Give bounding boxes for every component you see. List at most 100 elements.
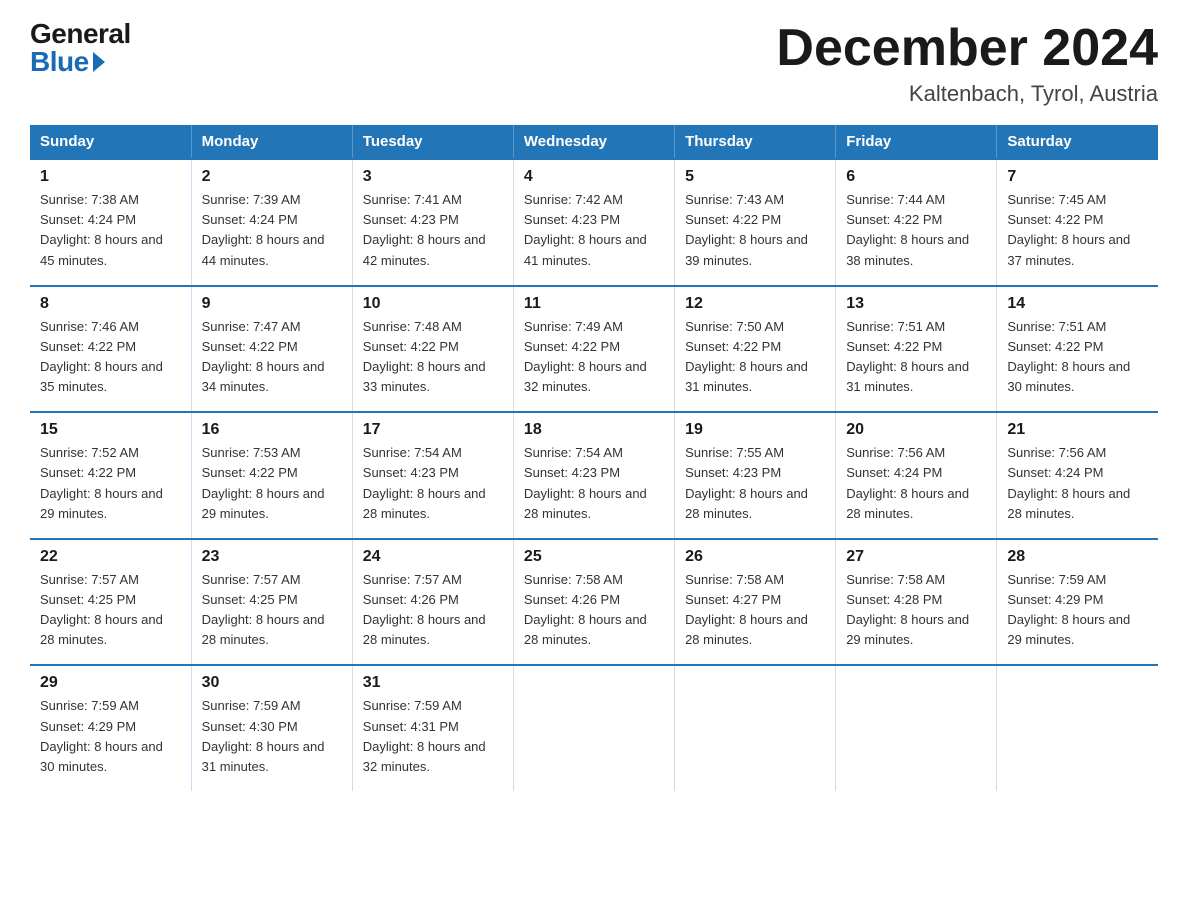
table-row: 23 Sunrise: 7:57 AMSunset: 4:25 PMDaylig… (191, 539, 352, 666)
day-number: 24 (363, 548, 503, 566)
day-info: Sunrise: 7:51 AMSunset: 4:22 PMDaylight:… (846, 319, 969, 394)
day-number: 17 (363, 421, 503, 439)
table-row: 26 Sunrise: 7:58 AMSunset: 4:27 PMDaylig… (675, 539, 836, 666)
day-number: 31 (363, 674, 503, 692)
month-title: December 2024 (776, 20, 1158, 77)
day-number: 15 (40, 421, 181, 439)
table-row: 20 Sunrise: 7:56 AMSunset: 4:24 PMDaylig… (836, 412, 997, 539)
table-row: 28 Sunrise: 7:59 AMSunset: 4:29 PMDaylig… (997, 539, 1158, 666)
calendar-week-5: 29 Sunrise: 7:59 AMSunset: 4:29 PMDaylig… (30, 665, 1158, 791)
day-number: 5 (685, 168, 825, 186)
day-number: 14 (1007, 295, 1148, 313)
day-number: 19 (685, 421, 825, 439)
day-info: Sunrise: 7:53 AMSunset: 4:22 PMDaylight:… (202, 445, 325, 520)
calendar-week-3: 15 Sunrise: 7:52 AMSunset: 4:22 PMDaylig… (30, 412, 1158, 539)
day-info: Sunrise: 7:57 AMSunset: 4:25 PMDaylight:… (202, 572, 325, 647)
day-number: 6 (846, 168, 986, 186)
table-row: 3 Sunrise: 7:41 AMSunset: 4:23 PMDayligh… (352, 159, 513, 286)
logo-blue-text: Blue (30, 48, 105, 76)
table-row: 19 Sunrise: 7:55 AMSunset: 4:23 PMDaylig… (675, 412, 836, 539)
day-info: Sunrise: 7:54 AMSunset: 4:23 PMDaylight:… (524, 445, 647, 520)
day-number: 22 (40, 548, 181, 566)
day-number: 11 (524, 295, 664, 313)
table-row: 5 Sunrise: 7:43 AMSunset: 4:22 PMDayligh… (675, 159, 836, 286)
day-info: Sunrise: 7:51 AMSunset: 4:22 PMDaylight:… (1007, 319, 1130, 394)
col-friday: Friday (836, 125, 997, 159)
table-row: 8 Sunrise: 7:46 AMSunset: 4:22 PMDayligh… (30, 286, 191, 413)
day-info: Sunrise: 7:46 AMSunset: 4:22 PMDaylight:… (40, 319, 163, 394)
day-number: 12 (685, 295, 825, 313)
table-row: 30 Sunrise: 7:59 AMSunset: 4:30 PMDaylig… (191, 665, 352, 791)
calendar-week-1: 1 Sunrise: 7:38 AMSunset: 4:24 PMDayligh… (30, 159, 1158, 286)
day-info: Sunrise: 7:58 AMSunset: 4:28 PMDaylight:… (846, 572, 969, 647)
table-row: 7 Sunrise: 7:45 AMSunset: 4:22 PMDayligh… (997, 159, 1158, 286)
col-monday: Monday (191, 125, 352, 159)
table-row: 15 Sunrise: 7:52 AMSunset: 4:22 PMDaylig… (30, 412, 191, 539)
day-number: 27 (846, 548, 986, 566)
day-info: Sunrise: 7:38 AMSunset: 4:24 PMDaylight:… (40, 192, 163, 267)
day-info: Sunrise: 7:43 AMSunset: 4:22 PMDaylight:… (685, 192, 808, 267)
col-tuesday: Tuesday (352, 125, 513, 159)
day-info: Sunrise: 7:57 AMSunset: 4:25 PMDaylight:… (40, 572, 163, 647)
day-info: Sunrise: 7:59 AMSunset: 4:30 PMDaylight:… (202, 698, 325, 773)
title-block: December 2024 Kaltenbach, Tyrol, Austria (776, 20, 1158, 107)
day-info: Sunrise: 7:47 AMSunset: 4:22 PMDaylight:… (202, 319, 325, 394)
table-row: 2 Sunrise: 7:39 AMSunset: 4:24 PMDayligh… (191, 159, 352, 286)
day-number: 1 (40, 168, 181, 186)
logo-triangle-icon (93, 52, 105, 72)
day-number: 9 (202, 295, 342, 313)
day-number: 29 (40, 674, 181, 692)
day-number: 28 (1007, 548, 1148, 566)
day-info: Sunrise: 7:59 AMSunset: 4:29 PMDaylight:… (1007, 572, 1130, 647)
table-row: 31 Sunrise: 7:59 AMSunset: 4:31 PMDaylig… (352, 665, 513, 791)
table-row: 12 Sunrise: 7:50 AMSunset: 4:22 PMDaylig… (675, 286, 836, 413)
day-info: Sunrise: 7:49 AMSunset: 4:22 PMDaylight:… (524, 319, 647, 394)
table-row: 6 Sunrise: 7:44 AMSunset: 4:22 PMDayligh… (836, 159, 997, 286)
day-info: Sunrise: 7:54 AMSunset: 4:23 PMDaylight:… (363, 445, 486, 520)
table-row: 29 Sunrise: 7:59 AMSunset: 4:29 PMDaylig… (30, 665, 191, 791)
table-row: 16 Sunrise: 7:53 AMSunset: 4:22 PMDaylig… (191, 412, 352, 539)
day-info: Sunrise: 7:41 AMSunset: 4:23 PMDaylight:… (363, 192, 486, 267)
table-row: 21 Sunrise: 7:56 AMSunset: 4:24 PMDaylig… (997, 412, 1158, 539)
day-number: 21 (1007, 421, 1148, 439)
day-info: Sunrise: 7:44 AMSunset: 4:22 PMDaylight:… (846, 192, 969, 267)
table-row: 24 Sunrise: 7:57 AMSunset: 4:26 PMDaylig… (352, 539, 513, 666)
day-number: 8 (40, 295, 181, 313)
calendar-table: Sunday Monday Tuesday Wednesday Thursday… (30, 125, 1158, 791)
logo-general-text: General (30, 20, 131, 48)
day-number: 26 (685, 548, 825, 566)
table-row: 22 Sunrise: 7:57 AMSunset: 4:25 PMDaylig… (30, 539, 191, 666)
day-info: Sunrise: 7:52 AMSunset: 4:22 PMDaylight:… (40, 445, 163, 520)
day-number: 3 (363, 168, 503, 186)
day-info: Sunrise: 7:42 AMSunset: 4:23 PMDaylight:… (524, 192, 647, 267)
day-number: 4 (524, 168, 664, 186)
table-row: 27 Sunrise: 7:58 AMSunset: 4:28 PMDaylig… (836, 539, 997, 666)
table-row: 18 Sunrise: 7:54 AMSunset: 4:23 PMDaylig… (513, 412, 674, 539)
page-header: General Blue December 2024 Kaltenbach, T… (30, 20, 1158, 107)
day-info: Sunrise: 7:59 AMSunset: 4:29 PMDaylight:… (40, 698, 163, 773)
day-number: 2 (202, 168, 342, 186)
calendar-week-2: 8 Sunrise: 7:46 AMSunset: 4:22 PMDayligh… (30, 286, 1158, 413)
calendar-week-4: 22 Sunrise: 7:57 AMSunset: 4:25 PMDaylig… (30, 539, 1158, 666)
day-info: Sunrise: 7:45 AMSunset: 4:22 PMDaylight:… (1007, 192, 1130, 267)
col-thursday: Thursday (675, 125, 836, 159)
day-info: Sunrise: 7:50 AMSunset: 4:22 PMDaylight:… (685, 319, 808, 394)
table-row (836, 665, 997, 791)
table-row: 13 Sunrise: 7:51 AMSunset: 4:22 PMDaylig… (836, 286, 997, 413)
day-info: Sunrise: 7:59 AMSunset: 4:31 PMDaylight:… (363, 698, 486, 773)
day-info: Sunrise: 7:56 AMSunset: 4:24 PMDaylight:… (1007, 445, 1130, 520)
table-row (997, 665, 1158, 791)
day-info: Sunrise: 7:55 AMSunset: 4:23 PMDaylight:… (685, 445, 808, 520)
table-row: 11 Sunrise: 7:49 AMSunset: 4:22 PMDaylig… (513, 286, 674, 413)
day-number: 25 (524, 548, 664, 566)
table-row: 9 Sunrise: 7:47 AMSunset: 4:22 PMDayligh… (191, 286, 352, 413)
col-wednesday: Wednesday (513, 125, 674, 159)
day-number: 13 (846, 295, 986, 313)
day-info: Sunrise: 7:58 AMSunset: 4:26 PMDaylight:… (524, 572, 647, 647)
table-row: 1 Sunrise: 7:38 AMSunset: 4:24 PMDayligh… (30, 159, 191, 286)
table-row: 25 Sunrise: 7:58 AMSunset: 4:26 PMDaylig… (513, 539, 674, 666)
day-info: Sunrise: 7:39 AMSunset: 4:24 PMDaylight:… (202, 192, 325, 267)
table-row: 4 Sunrise: 7:42 AMSunset: 4:23 PMDayligh… (513, 159, 674, 286)
day-number: 30 (202, 674, 342, 692)
day-number: 7 (1007, 168, 1148, 186)
